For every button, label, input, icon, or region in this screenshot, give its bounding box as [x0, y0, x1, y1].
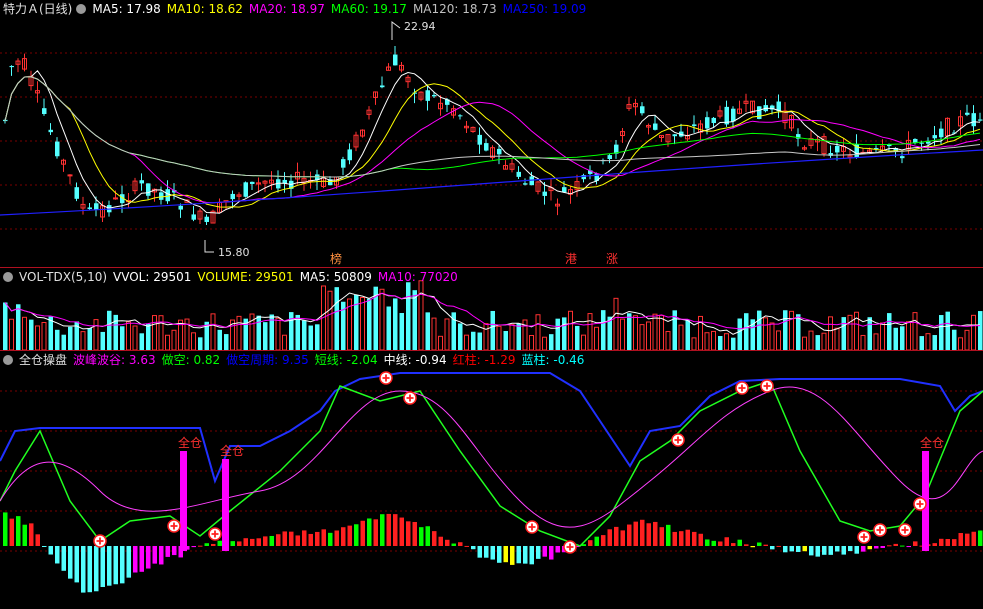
indicator-chart[interactable]: 全仓全仓全仓	[0, 351, 983, 609]
low-price-label: 15.80	[218, 246, 250, 259]
ind-legend-1: 做空: 0.82	[161, 353, 221, 367]
volume-header: VOL-TDX(5,10) VVOL: 29501 VOLUME: 29501 MA5…	[0, 268, 464, 286]
ma-legend-4: MA120: 18.73	[412, 2, 497, 16]
ind-legend-0: 波峰波谷: 3.63	[73, 353, 156, 367]
settings-icon[interactable]	[3, 355, 13, 365]
event-marker-bang[interactable]: 榜	[330, 251, 342, 266]
event-marker-zhang[interactable]: 涨	[606, 251, 618, 266]
vol-legend-0: VVOL: 29501	[113, 270, 192, 284]
vol-legend-1: VOLUME: 29501	[197, 270, 294, 284]
indicator-pane[interactable]: 全仓操盘 波峰波谷: 3.63 做空: 0.82 做空周期: 9.35 短线: -2.0…	[0, 351, 983, 609]
ind-legend-2: 做空周期: 9.35	[226, 353, 309, 367]
volume-title: VOL-TDX(5,10)	[19, 270, 108, 284]
ind-legend-6: 蓝柱: -0.46	[521, 353, 585, 367]
signal-pillar	[222, 459, 229, 551]
ind-legend-4: 中线: -0.94	[383, 353, 447, 367]
price-chart-header: 特力Ａ(日线) MA5: 17.98 MA10: 18.62 MA20: 18.97 M…	[0, 0, 592, 18]
ind-legend-5: 红柱: -1.29	[452, 353, 516, 367]
high-price-arrow	[391, 21, 401, 40]
indicator-title: 全仓操盘	[19, 353, 68, 367]
ma-legend-5: MA250: 19.09	[502, 2, 587, 16]
signal-label: 全仓	[178, 435, 202, 450]
ma-legend-1: MA10: 18.62	[166, 2, 243, 16]
price-chart-pane[interactable]: 特力Ａ(日线) MA5: 17.98 MA10: 18.62 MA20: 18.97 M…	[0, 0, 983, 268]
ma-legend-3: MA60: 19.17	[330, 2, 407, 16]
vol-legend-2: MA5: 50809	[299, 270, 372, 284]
signal-label: 全仓	[220, 443, 244, 458]
event-marker-gang[interactable]: 港	[565, 252, 577, 266]
settings-icon[interactable]	[76, 4, 87, 14]
ma-legend-0: MA5: 17.98	[92, 2, 161, 16]
candlestick-chart[interactable]: 22.94 15.80 榜 港 涨	[0, 0, 983, 268]
signal-pillar	[180, 451, 187, 551]
indicator-header: 全仓操盘 波峰波谷: 3.63 做空: 0.82 做空周期: 9.35 短线: -2.0…	[0, 351, 590, 369]
ind-legend-3: 短线: -2.04	[314, 353, 378, 367]
ma-legend-2: MA20: 18.97	[248, 2, 325, 16]
high-price-label: 22.94	[404, 20, 436, 33]
volume-pane[interactable]: VOL-TDX(5,10) VVOL: 29501 VOLUME: 29501 MA5…	[0, 268, 983, 351]
vol-legend-3: MA10: 77020	[377, 270, 458, 284]
low-price-arrow	[204, 240, 214, 253]
settings-icon[interactable]	[3, 272, 13, 282]
signal-label: 全仓	[920, 435, 944, 450]
stock-title: 特力Ａ(日线)	[3, 2, 73, 16]
